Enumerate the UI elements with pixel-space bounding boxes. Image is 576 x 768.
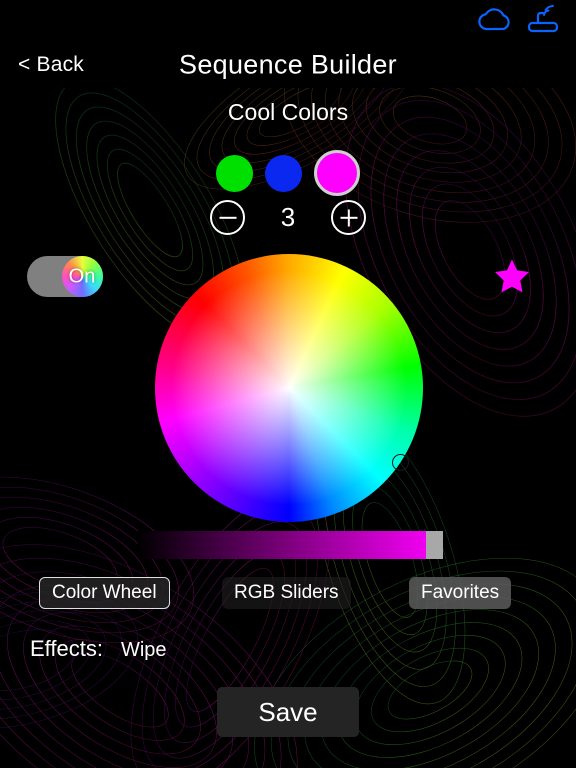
status-bar [0,0,576,42]
color-swatch-row [0,150,576,196]
effects-row: Effects: Wipe [30,636,167,662]
increase-count-button[interactable] [331,200,366,235]
sequence-builder-screen: < Back Sequence Builder Cool Colors 3 On [0,0,576,768]
status-icon-group [476,4,560,34]
nav-bar: < Back Sequence Builder [0,42,576,88]
tab-favorites[interactable]: Favorites [409,577,512,609]
color-swatch-magenta[interactable] [314,150,360,196]
decrease-count-button[interactable] [210,200,245,235]
tab-color-wheel[interactable]: Color Wheel [39,577,170,609]
toggle-state-label: On [68,265,96,287]
effects-label: Effects: [30,636,103,661]
color-count-stepper: 3 [0,200,576,235]
tab-rgb-sliders[interactable]: RGB Sliders [222,577,351,609]
page-title: Sequence Builder [179,49,397,80]
effects-value[interactable]: Wipe [121,639,167,662]
picker-mode-tabs: Color Wheel RGB Sliders Favorites [0,577,576,609]
brightness-slider[interactable] [138,531,443,559]
router-wifi-icon[interactable] [526,4,560,34]
color-wheel-cursor[interactable] [392,454,409,471]
sequence-name-label: Cool Colors [227,99,349,125]
color-count-value: 3 [280,202,296,232]
color-wheel[interactable] [155,254,423,522]
color-swatch-blue[interactable] [265,154,302,192]
color-swatch-green[interactable] [216,154,253,192]
color-wheel-container [155,254,423,522]
brightness-slider-track [138,531,443,559]
favorite-star-icon[interactable] [494,258,530,294]
power-toggle[interactable]: On [27,256,103,297]
brightness-slider-thumb[interactable] [426,531,443,559]
save-button[interactable]: Save [217,687,359,737]
cloud-icon[interactable] [476,6,512,32]
